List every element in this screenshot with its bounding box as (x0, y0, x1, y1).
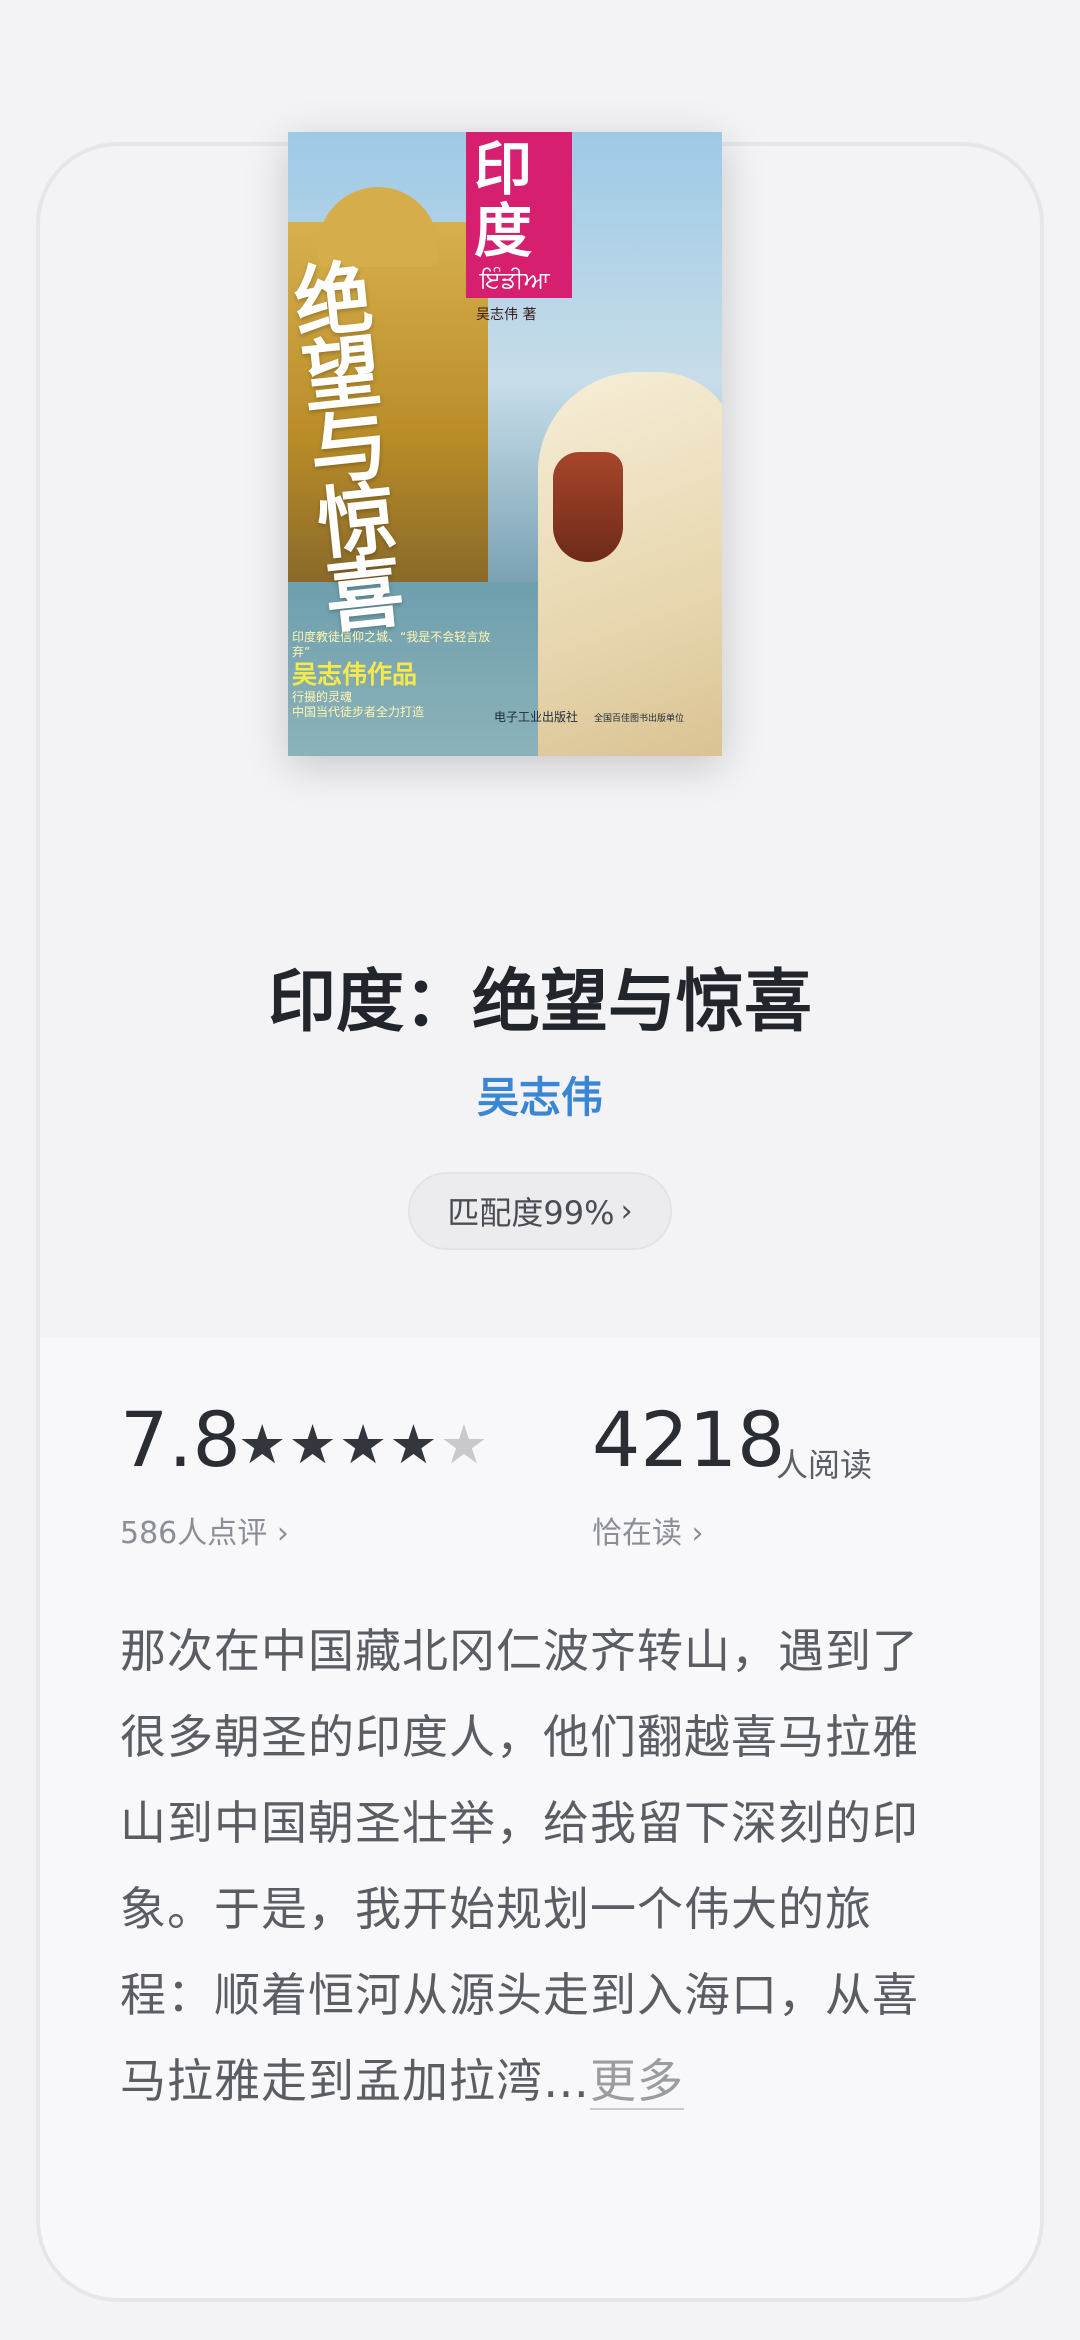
cover-publisher-name: 电子工业出版社 (494, 710, 579, 724)
book-cover[interactable]: 印度 ਇੰਡੀਆ 吴志伟 著 绝望与惊喜 印度教徒信仰之城、“我是不会轻言放弃”… (288, 132, 722, 756)
chevron-right-icon: › (691, 1516, 704, 1551)
star-filled-icon: ★ (389, 1413, 440, 1476)
cover-author-line: 吴志伟 著 (476, 307, 537, 323)
cover-series-big: 吴志伟作品 (292, 660, 418, 689)
readers-unit: 人阅读 (776, 1446, 873, 1484)
rating-stars: ★★★★★ (238, 1418, 490, 1472)
readers-status-label: 恰在读 (592, 1516, 682, 1551)
cover-series-bottom: 中国当代徒步者全力打造 (292, 705, 425, 719)
cover-figure-art (538, 372, 722, 756)
readers-count: 4218 (592, 1395, 786, 1484)
book-title: 印度：绝望与惊喜 (267, 962, 812, 1042)
cover-series-text: 印度教徒信仰之城、“我是不会轻言放弃” 吴志伟作品 行摄的灵魂 中国当代徒步者全… (292, 630, 492, 720)
star-filled-icon: ★ (338, 1413, 390, 1476)
rating-score: 7.8 (120, 1395, 241, 1484)
cover-india-label: 印度 (474, 135, 533, 265)
readers-status-link[interactable]: 恰在读 › (592, 1508, 704, 1552)
cover-publisher-sub: 全国百佳图书出版单位 (594, 714, 685, 724)
cover-hindi-label: ਇੰਡੀਆ (480, 266, 550, 294)
match-degree-label: 匹配度99% (447, 1194, 615, 1232)
cover-publisher: 电子工业出版社 全国百佳图书出版单位 (494, 708, 684, 725)
rating-count-label: 586人点评 (120, 1516, 268, 1551)
chevron-right-icon: › (620, 1193, 633, 1229)
chevron-right-icon: › (276, 1516, 289, 1551)
rating-count-link[interactable]: 586人点评 › (120, 1508, 289, 1552)
cover-series-mid: 行摄的灵魂 (292, 690, 353, 704)
cover-face-art (553, 452, 623, 562)
star-filled-icon: ★ (288, 1413, 339, 1476)
description-text: 那次在中国藏北冈仁波齐转山，遇到了很多朝圣的印度人，他们翻越喜马拉雅山到中国朝圣… (120, 1624, 919, 2108)
star-filled-icon: ★ (238, 1413, 289, 1476)
cover-title-box: 印度 ਇੰਡੀਆ (466, 132, 572, 298)
more-link[interactable]: 更多 (590, 2054, 684, 2110)
book-author-link[interactable]: 吴志伟 (0, 1064, 1080, 1125)
book-description: 那次在中国藏北冈仁波齐转山，遇到了很多朝圣的印度人，他们翻越喜马拉雅山到中国朝圣… (120, 1608, 950, 2124)
star-empty-icon: ★ (439, 1413, 491, 1476)
cover-series-top: 印度教徒信仰之城、“我是不会轻言放弃” (292, 630, 491, 659)
match-degree-button[interactable]: 匹配度99% › (408, 1172, 672, 1250)
